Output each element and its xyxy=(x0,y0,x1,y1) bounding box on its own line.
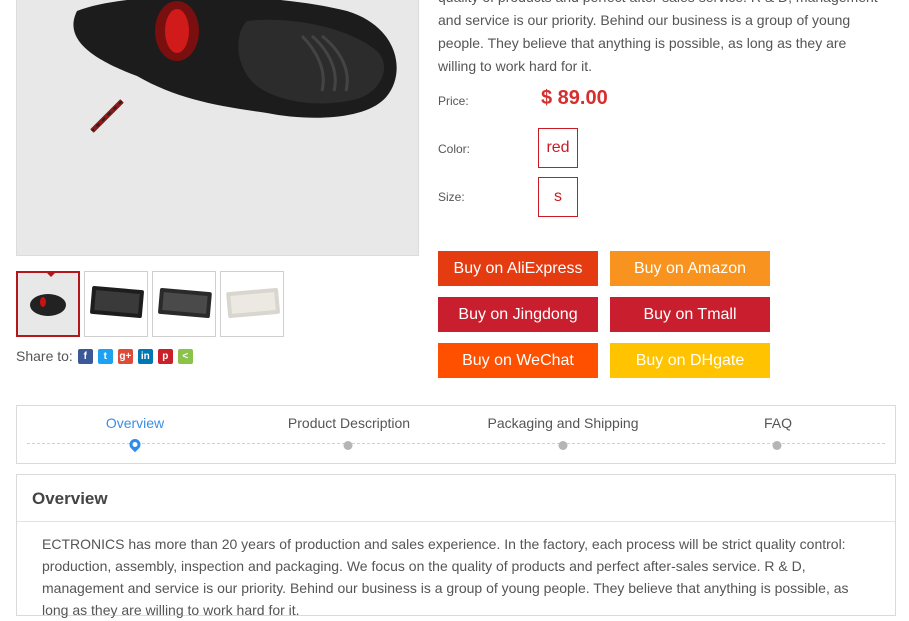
gaming-mouse-image xyxy=(73,0,397,133)
thumbnail-strip xyxy=(16,271,284,337)
pinterest-icon[interactable]: p xyxy=(157,348,173,364)
color-option-red[interactable]: red xyxy=(538,128,578,168)
overview-divider xyxy=(17,521,895,522)
tab-packaging-shipping[interactable]: Packaging and Shipping xyxy=(487,415,638,431)
buy-tmall-button[interactable]: Buy on Tmall xyxy=(610,297,770,332)
thumbnail-keyboard-2[interactable] xyxy=(152,271,216,337)
share-icon[interactable]: < xyxy=(177,348,193,364)
color-label: Color: xyxy=(438,142,471,156)
buy-dhgate-button[interactable]: Buy on DHgate xyxy=(610,343,770,378)
tab-faq[interactable]: FAQ xyxy=(764,415,792,431)
tab-dot-icon xyxy=(558,441,568,450)
twitter-icon[interactable]: t xyxy=(97,348,113,364)
location-pin-icon xyxy=(127,436,143,453)
product-tabs: Overview Product Description Packaging a… xyxy=(16,405,896,464)
product-main-image[interactable] xyxy=(16,0,419,256)
tab-dot-icon xyxy=(772,441,782,450)
product-description: quality of products and perfect after-sa… xyxy=(438,0,878,74)
google-plus-icon[interactable]: g+ xyxy=(117,348,133,364)
facebook-icon[interactable]: f xyxy=(77,348,93,364)
buy-amazon-button[interactable]: Buy on Amazon xyxy=(610,251,770,286)
overview-text: ECTRONICS has more than 20 years of prod… xyxy=(42,536,849,618)
tab-product-description[interactable]: Product Description xyxy=(288,415,410,431)
thumbnail-mouse[interactable] xyxy=(16,271,80,337)
price-label: Price: xyxy=(438,94,469,108)
product-price: $ 89.00 xyxy=(541,87,608,109)
share-label: Share to: xyxy=(16,348,73,364)
tab-dot-icon xyxy=(343,441,353,450)
buy-aliexpress-button[interactable]: Buy on AliExpress xyxy=(438,251,598,286)
overview-title: Overview xyxy=(32,489,108,508)
size-option-s[interactable]: s xyxy=(538,177,578,217)
tab-overview[interactable]: Overview xyxy=(106,415,164,431)
keyboard-thumbnail-icon xyxy=(85,272,147,336)
keyboard-thumbnail-icon xyxy=(153,272,215,336)
share-row: Share to: f t g+ in p < xyxy=(16,348,193,364)
size-label: Size: xyxy=(438,190,465,204)
buy-wechat-button[interactable]: Buy on WeChat xyxy=(438,343,598,378)
tab-divider xyxy=(27,443,885,444)
mouse-thumbnail-icon xyxy=(18,273,78,335)
thumbnail-keyboard-1[interactable] xyxy=(84,271,148,337)
thumbnail-keyboard-3[interactable] xyxy=(220,271,284,337)
buy-jingdong-button[interactable]: Buy on Jingdong xyxy=(438,297,598,332)
overview-panel: Overview ECTRONICS has more than 20 year… xyxy=(16,474,896,618)
linkedin-icon[interactable]: in xyxy=(137,348,153,364)
keyboard-thumbnail-icon xyxy=(221,272,283,336)
